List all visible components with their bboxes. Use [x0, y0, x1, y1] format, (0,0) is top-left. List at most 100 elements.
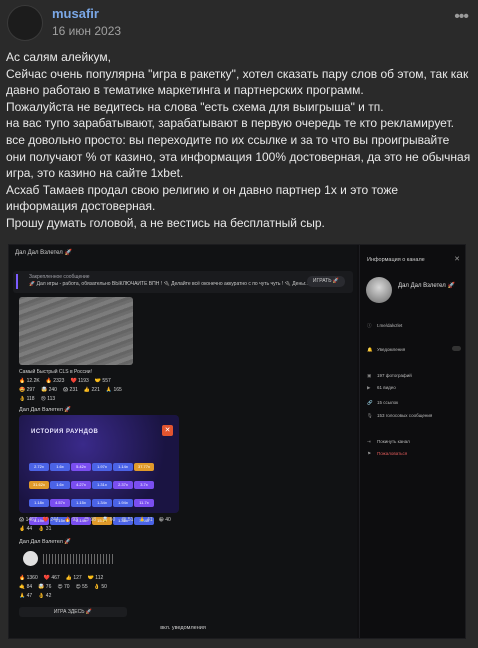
reactions-row: 🤞 44 👌 31 [19, 526, 57, 532]
audio-message [19, 548, 139, 570]
embedded-telegram-screenshot[interactable]: Дал Дал Взлетел 🚀 Закрепленное сообщение… [8, 244, 466, 639]
reaction: 🤞 44 [19, 526, 33, 532]
reaction: 🤙 84 [19, 584, 33, 590]
round-cell: 31.62x [29, 481, 49, 489]
notifications-toggle: вкл. уведомления [160, 625, 206, 631]
photo-icon: ▣ [367, 373, 372, 378]
video-icon: ▶ [367, 385, 371, 390]
info-row-photos: ▣ 197 фотографий [367, 373, 463, 379]
post-paragraph: Ас салям алейкум, [6, 50, 111, 64]
reaction: 👌 118 [19, 396, 35, 402]
reaction: 🤩 297 [19, 387, 35, 393]
round-cell: 1.34x [92, 499, 112, 507]
info-row-text: 197 фотографий [377, 373, 412, 378]
pinned-play-button: ИГРАТЬ 🚀 [307, 276, 345, 287]
post-paragraph: Сейчас очень популярна "игра в ракетку",… [6, 66, 469, 98]
round-cell: 2.37x [113, 481, 133, 489]
channel-name: Дал Дал Взлетел 🚀 [398, 283, 455, 289]
flag-icon: ⚑ [367, 451, 372, 456]
info-row-text: Уведомления [377, 347, 406, 352]
bell-icon: 🔔 [367, 347, 373, 352]
photo-caption: Самый Быстрый CLS в России! [19, 369, 92, 375]
reactions-row: 😱 1467 ❤️ 244 🔥 93 😍 98 🤯 60 😢 51 🙏 41 😁 40 [19, 517, 177, 523]
info-row-links: 🔗 15 ссылок [367, 400, 463, 406]
round-cell: 2.72x [29, 463, 49, 471]
reaction: 👍 221 [83, 387, 100, 393]
reaction: 😱 231 [62, 387, 78, 393]
leave-icon: ⇥ [367, 439, 371, 444]
reaction: 😍 98 [83, 517, 97, 523]
round-cell: 37.77x [134, 463, 154, 471]
post-paragraph: все довольно просто: вы переходите по их… [6, 132, 471, 181]
notifications-toggle [452, 346, 461, 351]
info-row-leave: ⇥ Покинуть канал [367, 439, 463, 445]
author-name[interactable]: musafir [52, 6, 99, 21]
reactions-row: 👌 118 😢 113 [19, 396, 61, 402]
post-paragraph: Пожалуйста не ведитесь на слова "есть сх… [6, 99, 384, 114]
link-icon: 🔗 [367, 400, 373, 405]
reaction: 😍 70 [57, 584, 70, 590]
info-row-text: 61 видео [377, 385, 396, 390]
info-row-videos: ▶ 61 видео [367, 385, 463, 391]
reaction: 😍 55 [75, 584, 88, 590]
reaction: 👍 127 [65, 575, 82, 581]
play-here-button: ИГРА ЗДЕСЬ 🚀 [19, 607, 127, 617]
road-photo [19, 297, 133, 365]
reaction: 👌 42 [38, 593, 52, 599]
chat-title: Дал Дал Взлетел 🚀 [15, 250, 72, 256]
reaction: 😱 1467 [19, 517, 37, 523]
reaction: 😢 113 [40, 396, 56, 402]
info-row-text: Пожаловаться [377, 451, 408, 456]
post-paragraph: на вас тупо зарабатывают, зарабатывают в… [6, 116, 454, 131]
reaction: 🔥 93 [64, 517, 78, 523]
reactions-row: 🤙 84 🤯 76 😍 70 😍 55 👌 50 [19, 584, 113, 590]
reaction: 🔥 1360 [19, 575, 38, 581]
chat-column: Дал Дал Взлетел 🚀 Закрепленное сообщение… [9, 245, 357, 638]
mic-icon: 🎙 [367, 413, 373, 418]
round-cell: 1.31x [92, 481, 112, 489]
reaction: ❤️ 244 [42, 517, 59, 523]
post-header: musafir 16 июн 2023 ••• [0, 0, 478, 46]
play-icon [23, 551, 38, 566]
reaction: 👌 50 [93, 584, 107, 590]
reaction: 🤝 112 [87, 575, 104, 581]
round-cell: 5.42x [71, 463, 91, 471]
info-row-text: 153 голосовых сообщения [377, 413, 433, 418]
message-sender: Дал Дал Взлетел 🚀 [19, 539, 72, 545]
round-cell: 11.7x [134, 499, 154, 507]
more-options-icon[interactable]: ••• [454, 8, 469, 26]
reaction: 🔥 2323 [45, 378, 65, 384]
round-cell: 1.94x [113, 499, 133, 507]
reaction: 🤯 76 [38, 584, 52, 590]
round-cell: 1.14x [113, 463, 133, 471]
close-icon: ✕ [454, 256, 460, 263]
pinned-title: Закрепленное сообщение [29, 274, 90, 280]
reaction: ❤️ 467 [43, 575, 60, 581]
info-title: Информация о канале [367, 257, 425, 263]
round-cell: 1.15x [71, 499, 91, 507]
reactions-row: 🔥 12.2K 🔥 2323 ❤️ 1193 🤝 557 [19, 378, 117, 384]
round-cell: 1.18x [29, 499, 49, 507]
round-cell: 3.7x [134, 481, 154, 489]
round-cell: 1.6x [50, 463, 70, 471]
pinned-message: Закрепленное сообщение 🚀 Дал игры - рабо… [13, 271, 353, 293]
reaction: ❤️ 1193 [70, 378, 89, 384]
avatar[interactable] [7, 5, 43, 41]
post-date: 16 июн 2023 [52, 24, 122, 38]
waveform [43, 554, 113, 564]
info-row-voice: 🎙 153 голосовых сообщения [367, 413, 463, 419]
round-cell: 4.57x [50, 499, 70, 507]
info-row-text: 15 ссылок [377, 400, 399, 405]
reaction: 😁 40 [158, 517, 171, 523]
pinned-bar [16, 274, 18, 289]
info-row-report: ⚑ Пожаловаться [367, 451, 463, 457]
reaction: 🤝 557 [94, 378, 111, 384]
post-paragraph: Прошу думать головой, а не вестись на бе… [6, 215, 325, 230]
rounds-title: ИСТОРИЯ РАУНДОВ [31, 429, 99, 435]
reaction: 👌 31 [38, 526, 52, 532]
info-row-link: ⓘ t.me/dalvzlet [367, 323, 463, 329]
reactions-row: 🙏 47 👌 42 [19, 593, 57, 599]
reaction: 🙏 165 [105, 387, 122, 393]
rounds-history-image: ИСТОРИЯ РАУНДОВ ✕ 2.72x 1.6x 5.42x 1.97x 1.1… [19, 415, 179, 525]
message-sender: Дал Дал Взлетел 🚀 [19, 407, 72, 413]
